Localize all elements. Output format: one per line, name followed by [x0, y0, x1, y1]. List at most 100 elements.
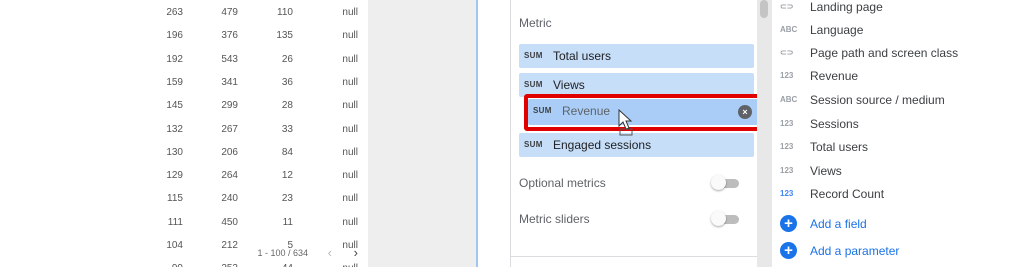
- field-label: Landing page: [810, 0, 883, 14]
- table-cell: 12: [281, 170, 293, 182]
- field-label: Language: [810, 23, 864, 37]
- field-label: Session source / medium: [810, 93, 945, 107]
- table-cell: 299: [221, 100, 238, 112]
- table-row: 145 299 28 null: [0, 94, 368, 117]
- field-label: Views: [810, 164, 842, 178]
- table-cell: null: [342, 146, 358, 158]
- highlight-box: [524, 94, 772, 131]
- table-cell: 159: [166, 76, 183, 88]
- metric-sliders-toggle[interactable]: [711, 211, 741, 226]
- field-record-count[interactable]: 123 Record Count: [780, 185, 1020, 207]
- table-cell: 253: [198, 257, 238, 267]
- setup-scrollbar-track[interactable]: [757, 0, 772, 267]
- table-cell: 84: [281, 146, 293, 158]
- add-field-button[interactable]: + Add a field: [780, 214, 980, 236]
- table-cell: 206: [221, 146, 238, 158]
- number-type-icon: 123: [780, 166, 794, 175]
- plus-circle-icon: +: [780, 242, 797, 259]
- table-cell: 115: [167, 193, 183, 205]
- table-cell: null: [342, 7, 358, 18]
- number-type-icon: 123: [780, 71, 794, 80]
- table-cell: 26: [281, 53, 293, 65]
- field-session-source-medium[interactable]: ABC Session source / medium: [780, 91, 1020, 113]
- link-icon: ⊂⊃: [780, 2, 794, 11]
- number-type-icon: 123: [780, 142, 794, 151]
- text-type-icon: ABC: [780, 95, 798, 104]
- table-cell: 240: [221, 193, 238, 205]
- table-cell: null: [342, 76, 358, 88]
- table-cell: null: [342, 170, 358, 182]
- table-cell: null: [342, 240, 358, 251]
- field-landing-page[interactable]: ⊂⊃ Landing page: [780, 0, 1020, 20]
- table-cell: 104: [166, 240, 183, 251]
- pointer-cursor-icon: [618, 109, 633, 136]
- plus-circle-icon: +: [780, 215, 797, 232]
- looker-studio-editor: 1 - 100 / 634 ‹ › 263 479 110 null 196 376 135…: [0, 0, 1024, 267]
- field-label: Total users: [810, 140, 869, 154]
- toggle-knob: [711, 211, 726, 226]
- field-language[interactable]: ABC Language: [780, 21, 1020, 43]
- table-cell: null: [342, 53, 358, 65]
- add-parameter-button[interactable]: + Add a parameter: [780, 241, 980, 263]
- table-cell: null: [342, 30, 358, 42]
- data-field-list: ⊂⊃ Landing page ABC Language ⊂⊃ Page pat…: [772, 0, 1024, 267]
- field-label: Sessions: [810, 117, 859, 131]
- table-cell: 196: [166, 30, 183, 42]
- table-cell: null: [342, 100, 358, 112]
- table-cell: 376: [221, 30, 238, 42]
- table-cell: 212: [221, 240, 238, 251]
- table-cell: 450: [221, 216, 238, 228]
- text-type-icon: ABC: [780, 25, 798, 34]
- table-cell: 36: [281, 76, 293, 88]
- table-row: 129 264 12 null: [0, 164, 368, 187]
- table-cell: 111: [167, 216, 183, 228]
- aggregation-badge[interactable]: SUM: [524, 80, 543, 89]
- table-row: 130 206 84 null: [0, 141, 368, 164]
- table-cell: 543: [221, 53, 238, 65]
- optional-metrics-toggle[interactable]: [711, 175, 741, 190]
- number-type-icon: 123: [780, 119, 794, 128]
- table-cell: 129: [166, 170, 183, 182]
- table-row: 192 543 26 null: [0, 48, 368, 71]
- field-label: Revenue: [810, 69, 859, 83]
- section-divider: [511, 256, 767, 257]
- field-revenue[interactable]: 123 Revenue: [780, 67, 1020, 89]
- field-label: Page path and screen class: [810, 46, 959, 60]
- aggregation-badge[interactable]: SUM: [524, 51, 543, 60]
- table-row: 159 341 36 null: [0, 71, 368, 94]
- table-cell: 145: [166, 100, 183, 112]
- field-page-path[interactable]: ⊂⊃ Page path and screen class: [780, 44, 1020, 66]
- optional-metrics-label: Optional metrics: [519, 176, 606, 190]
- field-sessions[interactable]: 123 Sessions: [780, 115, 1020, 137]
- table-cell: 341: [221, 76, 238, 88]
- table-row: 99 253 44 null: [0, 257, 368, 267]
- toggle-knob: [711, 175, 726, 190]
- table-cell: 479: [221, 7, 238, 18]
- table-row: 115 240 23 null: [0, 187, 368, 210]
- table-cell: 135: [276, 30, 293, 42]
- table-cell: 23: [281, 193, 293, 205]
- table-cell: 28: [281, 100, 293, 112]
- canvas-gutter: [368, 0, 478, 267]
- table-cell: 130: [166, 146, 183, 158]
- field-label: Record Count: [810, 187, 885, 201]
- metric-chip-total-users[interactable]: SUM Total users: [519, 44, 754, 68]
- setup-scrollbar-thumb[interactable]: [760, 0, 768, 18]
- table-row: 104 212 5 null: [0, 234, 368, 257]
- table-chart: 1 - 100 / 634 ‹ › 263 479 110 null 196 376 135…: [0, 0, 368, 267]
- table-row: 263 479 110 null: [0, 1, 368, 24]
- field-total-users[interactable]: 123 Total users: [780, 138, 1020, 160]
- aggregation-badge[interactable]: SUM: [524, 140, 543, 149]
- add-parameter-label: Add a parameter: [810, 244, 900, 258]
- table-cell: 264: [221, 170, 238, 182]
- field-views[interactable]: 123 Views: [780, 162, 1020, 184]
- canvas-guide-line: [476, 0, 478, 267]
- table-cell: 5: [287, 240, 293, 251]
- table-cell: null: [318, 257, 358, 267]
- metric-chip-engaged-sessions[interactable]: SUM Engaged sessions: [519, 133, 754, 157]
- table-row: 196 376 135 null: [0, 24, 368, 47]
- table-cell: 44: [253, 257, 293, 267]
- table-cell: 99: [143, 257, 183, 267]
- metric-chip-label: Engaged sessions: [553, 138, 652, 152]
- metric-sliders-label: Metric sliders: [519, 212, 590, 226]
